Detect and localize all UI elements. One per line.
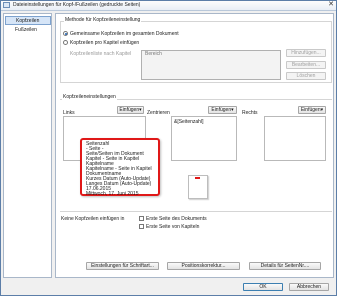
insert-dropdown-menu: Seitenzahl - Seite - Seite/Seiten im Dok… (80, 138, 160, 197)
header-settings-label: Kopfzeileneinstellungen (62, 94, 117, 100)
radio-chapter-label[interactable]: Kopfzeilen pro Kapitel einfügen (70, 40, 139, 46)
cancel-button[interactable]: Abbrechen (289, 283, 329, 291)
right-label: Rechts (242, 110, 258, 116)
position-correction-button[interactable]: Positionskorrektur... (167, 262, 240, 270)
sidebar-item-label: Kopfzeilen (16, 18, 40, 24)
preview-header-mark (195, 177, 200, 179)
app-icon (3, 2, 10, 8)
window-title: Dateieinstellungen für Kopf-/Fußzeilen (… (13, 2, 141, 8)
radio-document-label[interactable]: Gemeinsame Kopfzeilen im gesamten Dokume… (70, 31, 179, 37)
ok-button[interactable]: OK (243, 283, 283, 291)
chevron-down-icon: ▾ (320, 107, 324, 113)
delete-button[interactable]: Löschen (286, 72, 326, 80)
add-button[interactable]: Hinzufügen... (286, 49, 326, 57)
insert-button-right[interactable]: Einfügen▾ (298, 106, 326, 114)
insert-label: Einfügen (119, 107, 140, 113)
first-doc-page-checkbox[interactable] (139, 216, 144, 221)
radio-chapter[interactable] (63, 40, 68, 45)
sidebar: Kopfzeilen Fußzeilen (3, 13, 52, 278)
first-chapter-page-label[interactable]: Erste Seite von Kapiteln (146, 224, 199, 230)
insert-button-left[interactable]: Einfügen▾ (117, 106, 144, 114)
center-textbox[interactable]: &[Seitenzahl] (171, 116, 237, 161)
divider (60, 211, 332, 212)
center-textbox-value: &[Seitenzahl] (174, 119, 204, 125)
insert-button-center[interactable]: Einfügen▾ (208, 106, 237, 114)
insert-label: Einfügen (300, 107, 321, 113)
menu-item-fixed-long-date[interactable]: Mittwoch, 17. Juni 2015 (86, 192, 139, 197)
close-icon[interactable]: ✕ (327, 1, 335, 9)
page-preview (188, 175, 208, 199)
chevron-down-icon: ▾ (231, 107, 234, 113)
first-chapter-page-checkbox[interactable] (139, 224, 144, 229)
font-settings-button[interactable]: Einstellungen für Schriftart... (86, 262, 159, 270)
sidebar-item-label: Fußzeilen (15, 27, 37, 33)
sidebar-item-fusszeilen[interactable]: Fußzeilen (5, 26, 51, 35)
page-number-details-button[interactable]: Details für SeitenNr.... (249, 262, 321, 270)
chapter-list-label: Kopfzeilenliste nach Kapitel (70, 51, 132, 57)
sidebar-item-kopfzeilen[interactable]: Kopfzeilen (5, 16, 51, 25)
range-column-header: Bereich (145, 51, 162, 57)
center-label: Zentrieren (147, 110, 170, 116)
exclude-label: Keine Kopfzeilen einfügen in (61, 216, 125, 222)
radio-document[interactable] (63, 31, 68, 36)
insert-label: Einfügen (211, 107, 232, 113)
right-textbox[interactable] (264, 116, 326, 161)
first-doc-page-label[interactable]: Erste Seite des Dokuments (146, 216, 207, 222)
chapter-list[interactable]: Bereich (141, 50, 281, 80)
method-group-label: Methode für Kopfzeileneinstellung (64, 17, 142, 23)
edit-button[interactable]: Bearbeiten... (286, 61, 326, 69)
chevron-down-icon: ▾ (139, 107, 142, 113)
